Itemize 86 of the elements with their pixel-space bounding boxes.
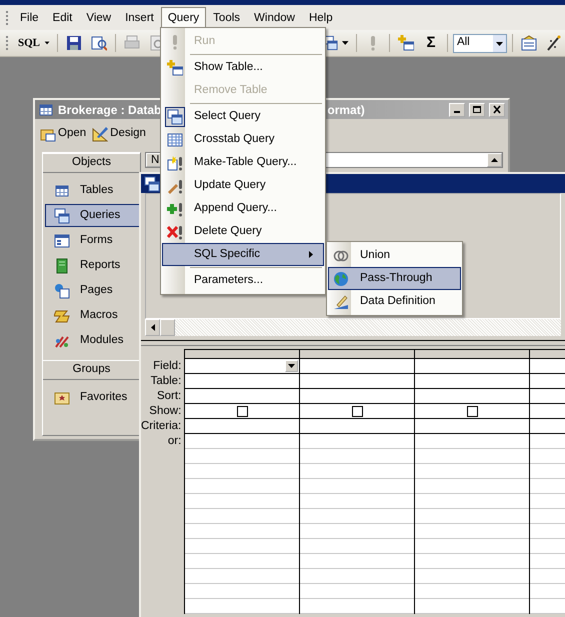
- group-item[interactable]: Favorites: [45, 386, 140, 409]
- show-checkbox[interactable]: [466, 406, 478, 416]
- dropdown-button[interactable]: [285, 360, 298, 372]
- menu-item[interactable]: Parameters...: [162, 269, 324, 292]
- menu-item[interactable]: Data Definition: [328, 290, 461, 313]
- row-label: Sort:: [156, 389, 182, 404]
- window-title: ormat): [327, 102, 366, 118]
- caret-icon: [288, 364, 296, 368]
- object-type-item[interactable]: Macros: [45, 304, 140, 327]
- row-label: Table:: [150, 374, 182, 389]
- grid-cell[interactable]: [185, 404, 300, 419]
- row-label: or:: [166, 434, 182, 449]
- folder-icon: [54, 390, 70, 406]
- grid-cell[interactable]: [185, 359, 300, 374]
- view-button[interactable]: SQL: [16, 32, 52, 54]
- select-query-icon: [167, 108, 183, 124]
- crosstab-icon: [167, 132, 183, 148]
- maximize-icon: [472, 105, 482, 114]
- menu-item[interactable]: Pass-Through: [328, 267, 461, 290]
- show-checkbox[interactable]: [352, 406, 363, 416]
- close-icon: [492, 105, 502, 114]
- submenu-arrow-icon: [309, 251, 313, 258]
- pencil-ruler-icon: [333, 294, 349, 310]
- grid-cell[interactable]: [415, 404, 530, 419]
- row-label: Criteria:: [141, 419, 182, 434]
- menu-item[interactable]: Update Query: [162, 174, 324, 197]
- menu-item[interactable]: Help: [302, 6, 340, 28]
- top-values-text: All: [456, 35, 470, 50]
- delete-icon: [167, 224, 183, 240]
- grid-cell[interactable]: [300, 404, 414, 419]
- show-checkbox[interactable]: [236, 406, 248, 416]
- query-icon: [54, 208, 70, 224]
- table-icon: [54, 182, 70, 198]
- menu-item[interactable]: Select Query: [162, 105, 324, 128]
- caret-icon: [340, 40, 350, 46]
- column-selector[interactable]: [185, 349, 300, 359]
- column-selector[interactable]: [415, 349, 530, 359]
- up-arrow-icon: [491, 158, 498, 162]
- menu-item[interactable]: Window: [247, 6, 302, 28]
- left-arrow-icon: [150, 324, 154, 331]
- scrollbar[interactable]: [145, 319, 561, 336]
- menu-item[interactable]: Union: [328, 244, 461, 267]
- top-values-field[interactable]: All: [452, 34, 508, 52]
- menu-item[interactable]: Make-Table Query...: [162, 151, 324, 174]
- menu-item[interactable]: Tools: [206, 6, 248, 28]
- scroll-left-button[interactable]: [145, 319, 160, 336]
- form-icon: [54, 232, 70, 248]
- globe-icon: [333, 270, 349, 286]
- object-type-item[interactable]: Reports: [45, 254, 140, 277]
- database-icon: [38, 102, 54, 118]
- menu-item[interactable]: Show Table...: [162, 56, 324, 79]
- menu-item[interactable]: SQL Specific: [162, 243, 324, 266]
- plus-icon: [167, 200, 183, 216]
- menu-item[interactable]: View: [79, 6, 118, 28]
- totals-button[interactable]: Σ: [420, 32, 442, 54]
- make-table-icon: [167, 154, 183, 170]
- window-title: Brokerage : Datab: [58, 102, 162, 118]
- pencil-icon: [167, 178, 183, 194]
- maximize-button[interactable]: [469, 102, 485, 116]
- menu-item[interactable]: Query: [160, 6, 206, 28]
- row-label: Field:: [152, 359, 182, 374]
- toolbar-button[interactable]: Open: [40, 125, 86, 142]
- menu-item[interactable]: Crosstab Query: [162, 128, 324, 151]
- macro-icon: [54, 308, 70, 324]
- toolbar-button[interactable]: Design: [92, 125, 146, 142]
- menu-item[interactable]: Append Query...: [162, 197, 324, 220]
- menu-item[interactable]: Edit: [46, 6, 80, 28]
- close-button[interactable]: [489, 102, 505, 116]
- scroll-thumb[interactable]: [160, 319, 175, 336]
- splitter[interactable]: [141, 340, 565, 346]
- minimize-button[interactable]: [449, 102, 465, 116]
- object-type-item[interactable]: Queries: [45, 204, 140, 227]
- design-icon: [92, 126, 108, 142]
- show-table-icon: [167, 60, 183, 76]
- page-icon: [54, 282, 70, 298]
- object-type-item[interactable]: Modules: [45, 329, 140, 352]
- menu-item[interactable]: File: [13, 6, 46, 28]
- column-selector[interactable]: [300, 349, 414, 359]
- object-type-item[interactable]: Pages: [45, 279, 140, 302]
- menu-item[interactable]: Delete Query: [162, 220, 324, 243]
- section-header: Objects: [43, 153, 140, 173]
- menu-item[interactable]: Insert: [118, 6, 161, 28]
- scroll-up-button[interactable]: [487, 153, 502, 167]
- report-icon: [54, 258, 70, 274]
- row-label: Show:: [148, 404, 182, 419]
- caret-icon: [44, 40, 50, 46]
